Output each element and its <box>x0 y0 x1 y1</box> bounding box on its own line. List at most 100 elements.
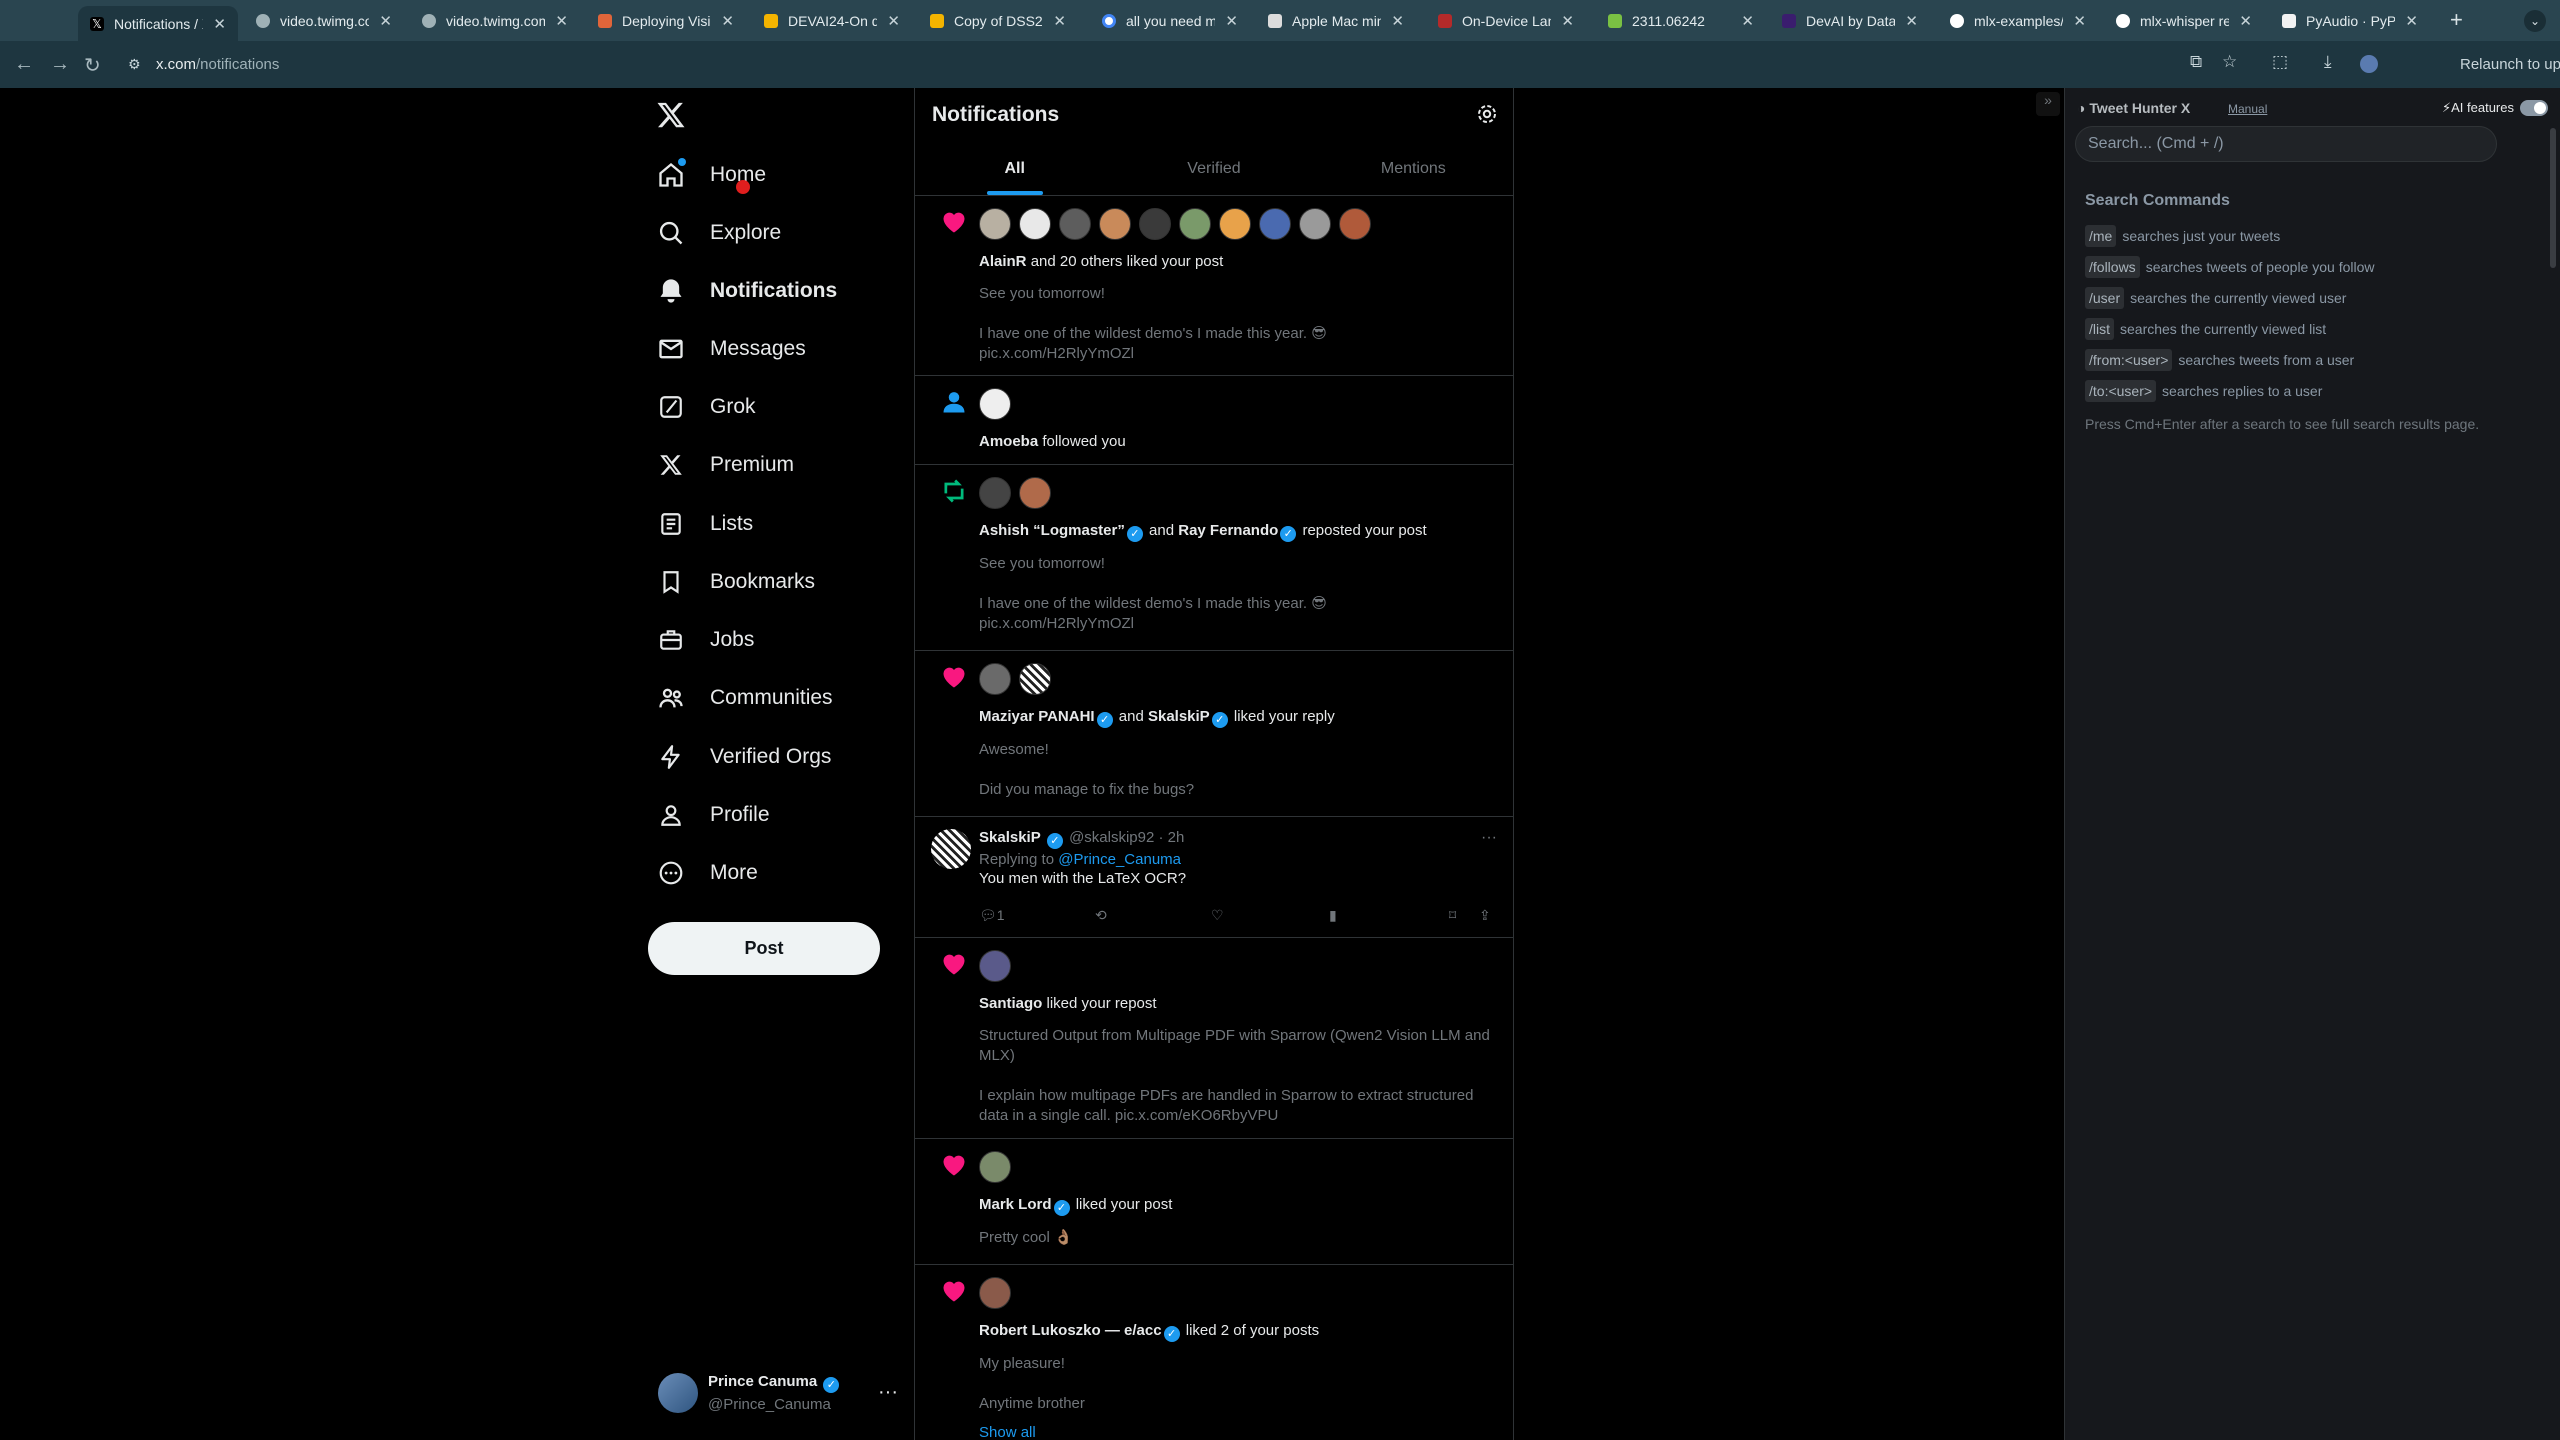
notification-item[interactable]: Mark Lord ✓ liked your post Pretty cool 👌… <box>915 1139 1513 1265</box>
avatar[interactable] <box>1179 208 1211 240</box>
ai-features-toggle[interactable] <box>2520 100 2548 116</box>
collapse-panel-icon[interactable]: » <box>2036 92 2060 116</box>
extensions-icon[interactable]: ⬚ <box>2272 52 2288 72</box>
reply-tweet[interactable]: SkalskiP ✓ @skalskip92 · 2h ··· Replying… <box>915 817 1513 938</box>
browser-tab[interactable]: video.twimg.com ✕ <box>410 4 580 37</box>
browser-tab[interactable]: Apple Mac mini M ✕ <box>1256 4 1416 37</box>
post-snippet[interactable]: See you tomorrow! I have one of the wild… <box>979 554 1497 634</box>
nav-communities[interactable]: Communities <box>656 676 833 720</box>
avatar[interactable] <box>979 208 1011 240</box>
close-tab-icon[interactable]: ✕ <box>1561 12 1574 30</box>
post-snippet[interactable]: Pretty cool 👌🏽 <box>979 1228 1497 1248</box>
manual-link[interactable]: Manual <box>2228 102 2267 116</box>
like-button[interactable]: ♡ <box>1211 907 1224 924</box>
nav-lists[interactable]: Lists <box>656 502 753 546</box>
close-tab-icon[interactable]: ✕ <box>2405 12 2418 30</box>
avatar[interactable] <box>979 388 1011 420</box>
nav-notifications[interactable]: Notifications <box>656 269 837 313</box>
analytics-button[interactable]: ▮ <box>1329 907 1337 924</box>
browser-tab[interactable]: 𝕏 Notifications / X ✕ <box>78 6 238 41</box>
reload-icon[interactable]: ↻ <box>84 53 101 78</box>
avatar[interactable] <box>1019 477 1051 509</box>
scrollbar[interactable] <box>2548 118 2558 1438</box>
nav-home[interactable]: Home <box>656 153 766 197</box>
avatar[interactable] <box>979 663 1011 695</box>
post-snippet[interactable]: Structured Output from Multipage PDF wit… <box>979 1026 1497 1126</box>
close-tab-icon[interactable]: ✕ <box>1741 12 1754 30</box>
avatar[interactable] <box>1099 208 1131 240</box>
notification-item[interactable]: Santiago liked your repost Structured Ou… <box>915 938 1513 1139</box>
close-tab-icon[interactable]: ✕ <box>2239 12 2252 30</box>
close-tab-icon[interactable]: ✕ <box>555 12 568 30</box>
avatar[interactable] <box>1259 208 1291 240</box>
notification-item[interactable]: Amoeba followed you <box>915 376 1513 465</box>
browser-tab[interactable]: all you need me ✕ <box>1090 4 1250 37</box>
address-bar[interactable]: ⚙ x.com/notifications <box>122 50 2252 80</box>
avatar[interactable] <box>1339 208 1371 240</box>
browser-tab[interactable]: mlx-whisper real ✕ <box>2104 4 2264 37</box>
browser-tab[interactable]: DEVAI24-On dev ✕ <box>752 4 912 37</box>
nav-grok[interactable]: Grok <box>656 385 756 429</box>
tab-search-icon[interactable]: ⌄ <box>2524 10 2546 32</box>
close-tab-icon[interactable]: ✕ <box>1391 12 1404 30</box>
browser-tab[interactable]: mlx-examples/wh ✕ <box>1938 4 2098 37</box>
search-input[interactable]: Search... (Cmd + /) <box>2075 126 2497 162</box>
close-tab-icon[interactable]: ✕ <box>1053 12 1066 30</box>
browser-tab[interactable]: Copy of DSS24- ✕ <box>918 4 1078 37</box>
notification-item[interactable]: Robert Lukoszko — e/acc ✓ liked 2 of your… <box>915 1265 1513 1440</box>
post-snippet[interactable]: My pleasure! Anytime brother <box>979 1354 1497 1414</box>
tab-mentions[interactable]: Mentions <box>1314 142 1513 195</box>
nav-profile[interactable]: Profile <box>656 793 770 837</box>
url-text[interactable]: x.com/notifications <box>156 56 279 73</box>
notification-item[interactable]: AlainR and 20 others liked your post See… <box>915 196 1513 376</box>
nav-premium[interactable]: Premium <box>656 443 794 487</box>
more-icon[interactable]: ··· <box>1481 829 1497 847</box>
close-tab-icon[interactable]: ✕ <box>1225 12 1238 30</box>
tab-all[interactable]: All <box>915 142 1114 195</box>
bookmark-button[interactable]: ⌑ <box>1449 907 1456 924</box>
avatar[interactable] <box>1019 208 1051 240</box>
download-icon[interactable]: ⤓ <box>2324 52 2332 72</box>
install-icon[interactable]: ⧉ <box>2190 52 2202 72</box>
browser-tab[interactable]: Deploying Vision ✕ <box>586 4 746 37</box>
avatar[interactable] <box>979 1277 1011 1309</box>
star-icon[interactable]: ☆ <box>2222 52 2237 72</box>
close-tab-icon[interactable]: ✕ <box>721 12 734 30</box>
nav-verified-orgs[interactable]: Verified Orgs <box>656 735 831 779</box>
avatar[interactable] <box>1299 208 1331 240</box>
avatar[interactable] <box>931 829 971 869</box>
avatar[interactable] <box>1139 208 1171 240</box>
post-snippet[interactable]: See you tomorrow! I have one of the wild… <box>979 284 1497 364</box>
post-button[interactable]: Post <box>648 922 880 975</box>
site-info-icon[interactable]: ⚙ <box>128 56 141 73</box>
new-tab-button[interactable]: + <box>2450 7 2463 33</box>
browser-tab[interactable]: PyAudio · PyPI ✕ <box>2270 4 2430 37</box>
close-tab-icon[interactable]: ✕ <box>887 12 900 30</box>
close-tab-icon[interactable]: ✕ <box>2073 12 2086 30</box>
browser-tab[interactable]: On-Device Langu ✕ <box>1426 4 1586 37</box>
nav-explore[interactable]: Explore <box>656 211 781 255</box>
nav-bookmarks[interactable]: Bookmarks <box>656 560 815 604</box>
browser-tab[interactable]: 2311.06242 ✕ <box>1596 4 1766 37</box>
back-icon[interactable]: ← <box>14 53 34 76</box>
post-snippet[interactable]: Awesome! Did you manage to fix the bugs? <box>979 740 1497 800</box>
avatar[interactable] <box>1019 663 1051 695</box>
browser-tab[interactable]: video.twimg.com ✕ <box>244 4 404 37</box>
show-all-link[interactable]: Show all <box>979 1424 1497 1440</box>
notification-item[interactable]: Ashish “Logmaster” ✓ and Ray Fernando ✓ re… <box>915 465 1513 651</box>
avatar[interactable] <box>979 950 1011 982</box>
forward-icon[interactable]: → <box>50 53 70 76</box>
close-tab-icon[interactable]: ✕ <box>379 12 392 30</box>
reply-button[interactable]: 💬︎ 1 <box>979 907 1005 924</box>
avatar[interactable] <box>979 477 1011 509</box>
nav-more[interactable]: More <box>656 851 758 895</box>
relaunch-button[interactable]: Relaunch to update ⋮ <box>2460 55 2560 73</box>
profile-icon[interactable] <box>2360 55 2378 73</box>
mention-link[interactable]: @Prince_Canuma <box>1058 851 1181 868</box>
more-icon[interactable]: ··· <box>878 1381 898 1404</box>
repost-button[interactable]: ⟲ <box>1095 907 1107 924</box>
gear-icon[interactable] <box>1475 102 1499 126</box>
browser-tab[interactable]: DevAI by Data Sc ✕ <box>1770 4 1930 37</box>
nav-jobs[interactable]: Jobs <box>656 618 754 662</box>
share-button[interactable]: ⇪ <box>1479 907 1491 924</box>
